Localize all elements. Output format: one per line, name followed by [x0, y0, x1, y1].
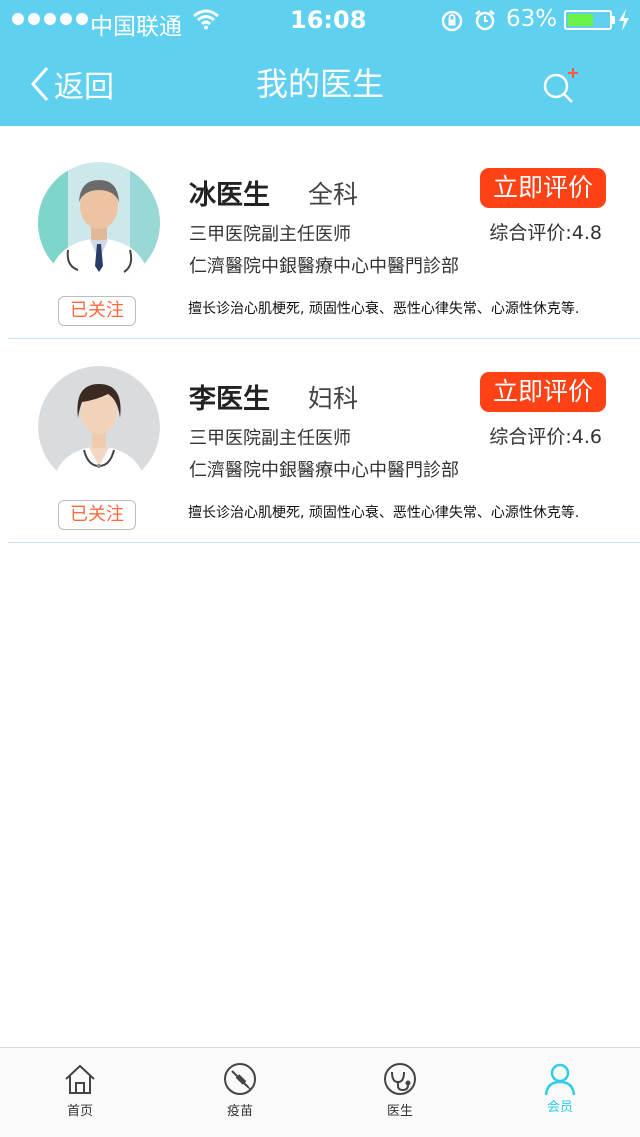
doctor-card[interactable]: 已关注 冰医生 全科 立即评价 三甲医院副主任医师 综合评价:4.8 仁濟醫院中… [0, 135, 640, 339]
doctor-department: 妇科 [308, 384, 359, 413]
battery-icon [564, 10, 612, 30]
doctor-title: 三甲医院副主任医师 [189, 224, 351, 245]
divider [8, 542, 640, 543]
search-add-icon [543, 68, 578, 103]
tab-label: 疫苗 [226, 1104, 253, 1119]
battery-cap [612, 16, 615, 24]
doctor-specialty: 擅长诊治心肌梗死, 顽固性心衰、恶性心律失常、心源性休克等... [188, 301, 578, 317]
tab-doctor[interactable]: 医生 [320, 1048, 480, 1137]
status-bar: 中国联通 16:08 63% [0, 0, 640, 42]
rate-now-button[interactable]: 立即评价 [480, 372, 606, 412]
avatar [38, 162, 160, 284]
avatar [38, 366, 160, 488]
home-icon [65, 1064, 95, 1094]
doctor-name: 李医生 [189, 384, 270, 415]
doctor-list: 已关注 冰医生 全科 立即评价 三甲医院副主任医师 综合评价:4.8 仁濟醫院中… [0, 135, 640, 543]
doctor-rating: 综合评价:4.6 [489, 426, 602, 448]
header: 中国联通 16:08 63% 返回 我的医生 [0, 0, 640, 126]
doctor-icon [384, 1063, 416, 1095]
vaccine-icon [224, 1063, 256, 1095]
tab-label: 首页 [66, 1104, 93, 1119]
tab-label: 会员 [546, 1100, 573, 1115]
rate-now-button[interactable]: 立即评价 [480, 168, 606, 208]
doctor-rating: 综合评价:4.8 [489, 222, 602, 244]
follow-status-badge[interactable]: 已关注 [58, 500, 136, 530]
battery-percent: 63% [506, 6, 558, 32]
search-button[interactable] [540, 64, 584, 108]
wifi-icon [193, 9, 219, 30]
battery-level-fill [568, 14, 593, 26]
carrier-name: 中国联通 [90, 14, 182, 40]
clock-time: 16:08 [290, 6, 367, 34]
doctor-department: 全科 [308, 180, 359, 209]
tab-label: 医生 [386, 1104, 413, 1119]
tab-home[interactable]: 首页 [0, 1048, 160, 1137]
doctor-title: 三甲医院副主任医师 [189, 428, 351, 449]
doctor-name: 冰医生 [189, 180, 270, 211]
doctor-hospital: 仁濟醫院中銀醫療中心中醫門診部 [189, 256, 459, 277]
member-icon [544, 1063, 576, 1096]
charging-bolt-icon [619, 9, 629, 31]
tab-member[interactable]: 会员 [480, 1048, 640, 1137]
tab-bar: 首页 疫苗 医生 会员 [0, 1047, 640, 1137]
doctor-card[interactable]: 已关注 李医生 妇科 立即评价 三甲医院副主任医师 综合评价:4.6 仁濟醫院中… [0, 339, 640, 543]
follow-status-badge[interactable]: 已关注 [58, 296, 136, 326]
rotation-lock-icon [441, 10, 463, 32]
signal-dots-icon [12, 13, 88, 25]
doctor-hospital: 仁濟醫院中銀醫療中心中醫門診部 [189, 460, 459, 481]
alarm-icon [475, 10, 495, 31]
doctor-specialty: 擅长诊治心肌梗死, 顽固性心衰、恶性心律失常、心源性休克等... [188, 505, 578, 521]
tab-vaccine[interactable]: 疫苗 [160, 1048, 320, 1137]
